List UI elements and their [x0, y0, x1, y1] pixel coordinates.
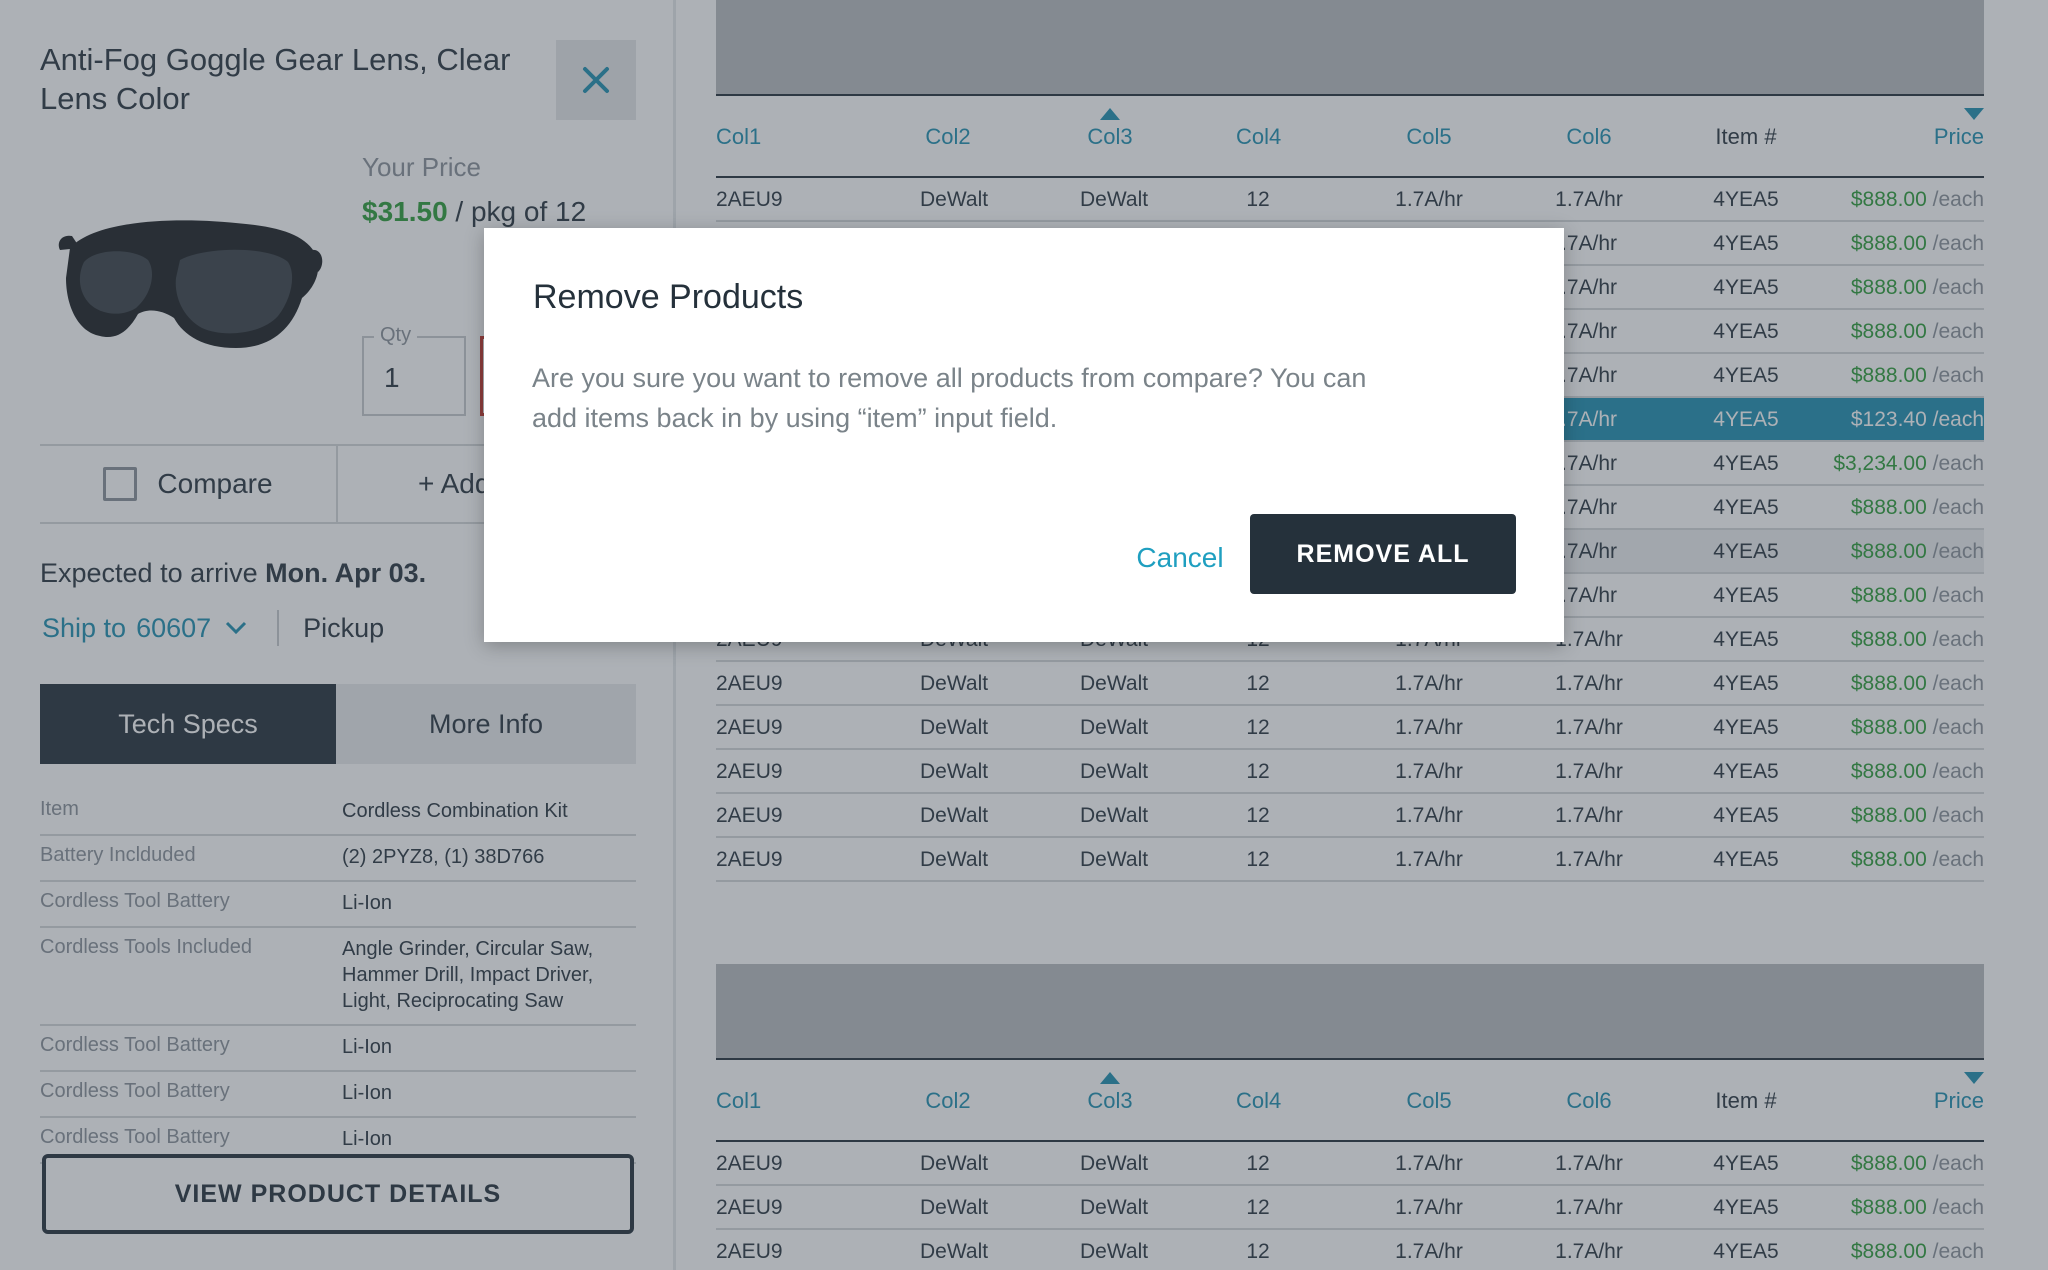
cancel-button[interactable]: Cancel: [1120, 536, 1240, 580]
remove-products-dialog: Remove Products Are you sure you want to…: [484, 228, 1564, 642]
dialog-title: Remove Products: [533, 278, 804, 316]
remove-all-button[interactable]: REMOVE ALL: [1250, 514, 1516, 594]
dialog-message: Are you sure you want to remove all prod…: [532, 363, 1367, 433]
